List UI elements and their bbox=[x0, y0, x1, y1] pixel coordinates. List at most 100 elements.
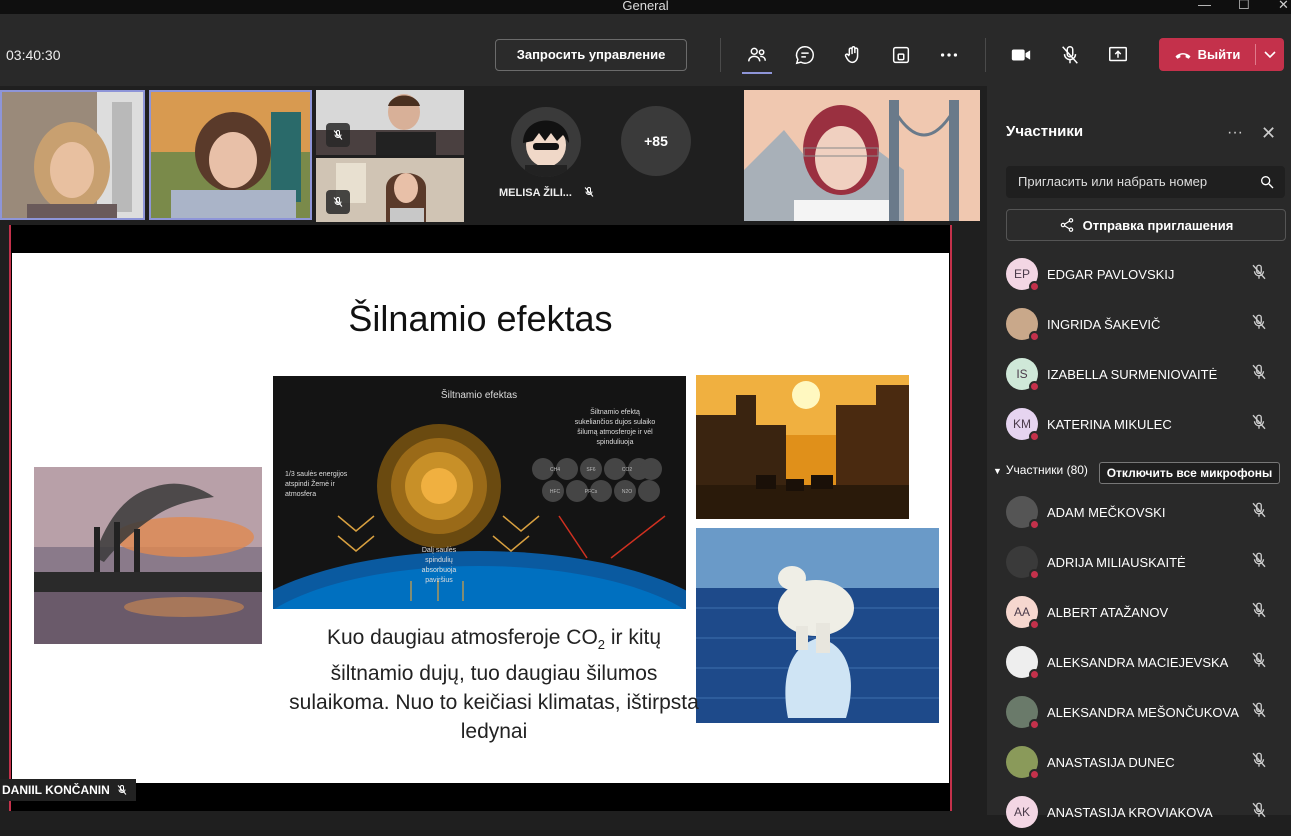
gas-label: CH4 bbox=[550, 467, 560, 473]
share-screen-icon[interactable] bbox=[1105, 42, 1131, 68]
participant-row[interactable]: EP EDGAR PAVLOVSKIJ bbox=[1006, 254, 1286, 298]
search-icon bbox=[1261, 176, 1274, 189]
panel-more-options-icon[interactable]: ··· bbox=[1227, 124, 1243, 142]
diagram-text: spindulių bbox=[425, 557, 453, 564]
mic-muted-icon[interactable] bbox=[1057, 42, 1083, 68]
polar-bear-image bbox=[696, 528, 939, 723]
people-icon[interactable] bbox=[744, 42, 770, 68]
factory-smoke-image bbox=[34, 467, 262, 644]
participant-row[interactable]: ALEKSANDRA MEŠONČUKOVA bbox=[1006, 692, 1286, 736]
participant-row[interactable]: ANASTASIJA DUNEC bbox=[1006, 742, 1286, 786]
diagram-title: Šiltnamio efektas bbox=[441, 388, 517, 401]
slide-caption: Kuo daugiau atmosferoje CO2 ir kitų šilt… bbox=[288, 623, 700, 746]
mute-all-button[interactable]: Отключить все микрофоны bbox=[1099, 462, 1280, 484]
video-tile[interactable] bbox=[316, 158, 464, 222]
participant-row[interactable]: KM KATERINA MIKULEC bbox=[1006, 404, 1286, 448]
attendees-group-header[interactable]: ▼ Участники (80) bbox=[993, 463, 1088, 477]
meeting-timer: 03:40:30 bbox=[6, 47, 61, 63]
participant-row[interactable]: ADAM MEČKOVSKI bbox=[1006, 492, 1286, 536]
caption-subscript: 2 bbox=[597, 637, 606, 653]
video-tile[interactable] bbox=[149, 90, 312, 220]
diagram-text: Šiltnamio efektą bbox=[590, 407, 640, 416]
participant-row[interactable]: ADRIJA MILIAUSKAITĖ bbox=[1006, 542, 1286, 586]
participants-panel: Участники ··· ✕ Пригласить или набрать н… bbox=[987, 86, 1291, 828]
mic-muted-icon[interactable] bbox=[1250, 363, 1268, 381]
participant-video bbox=[151, 92, 310, 218]
panel-close-icon[interactable]: ✕ bbox=[1261, 123, 1276, 144]
mic-muted-icon[interactable] bbox=[1250, 651, 1268, 669]
city-heat-image bbox=[696, 375, 909, 519]
participant-row[interactable]: AK ANASTASIJA KROVIAKOVA bbox=[1006, 792, 1286, 836]
status-dot bbox=[1029, 519, 1040, 530]
panel-title: Участники bbox=[1006, 123, 1084, 140]
mic-muted-icon[interactable] bbox=[1250, 551, 1268, 569]
raise-hand-icon[interactable] bbox=[840, 42, 866, 68]
participant-name: ALEKSANDRA MACIEJEVSKA bbox=[1047, 655, 1229, 670]
more-participants-button[interactable]: +85 bbox=[621, 106, 691, 176]
leave-button[interactable]: Выйти bbox=[1159, 38, 1255, 71]
status-dot bbox=[1029, 769, 1040, 780]
participant-video bbox=[744, 90, 980, 221]
hang-up-icon bbox=[1175, 52, 1191, 59]
send-invitation-button[interactable]: Отправка приглашения bbox=[1006, 209, 1286, 241]
participant-name: KATERINA MIKULEC bbox=[1047, 417, 1172, 432]
greenhouse-diagram: Šiltnamio efektas Šiltnamio efektą sukel… bbox=[273, 376, 686, 609]
avatar[interactable] bbox=[511, 107, 581, 177]
video-tile[interactable] bbox=[316, 90, 464, 155]
minimize-icon[interactable]: — bbox=[1198, 0, 1211, 12]
participant-row[interactable]: ALEKSANDRA MACIEJEVSKA bbox=[1006, 642, 1286, 686]
participant-name: ALEKSANDRA MEŠONČUKOVA bbox=[1047, 705, 1239, 720]
camera-icon[interactable] bbox=[1008, 42, 1034, 68]
participant-name: ANASTASIJA DUNEC bbox=[1047, 755, 1175, 770]
status-dot bbox=[1029, 569, 1040, 580]
request-control-button[interactable]: Запросить управление bbox=[495, 39, 687, 71]
participant-row[interactable]: IS IZABELLA SURMENIOVAITĖ bbox=[1006, 354, 1286, 398]
mic-muted-icon[interactable] bbox=[1250, 601, 1268, 619]
maximize-icon[interactable]: ☐ bbox=[1238, 0, 1250, 13]
participant-name: ADRIJA MILIAUSKAITĖ bbox=[1047, 555, 1186, 570]
diagram-text: atmosfera bbox=[285, 491, 316, 498]
diagram-text: 1/3 saulės energijos bbox=[285, 471, 348, 478]
leave-options-chevron-icon[interactable] bbox=[1259, 44, 1281, 65]
invite-placeholder: Пригласить или набрать номер bbox=[1018, 174, 1208, 189]
diagram-text: paviršius bbox=[425, 577, 453, 584]
mic-muted-icon[interactable] bbox=[1250, 413, 1268, 431]
leave-divider bbox=[1255, 44, 1256, 65]
status-dot bbox=[1029, 281, 1040, 292]
avatar: AK bbox=[1006, 796, 1038, 828]
mic-muted-icon bbox=[326, 190, 350, 214]
mic-muted-icon[interactable] bbox=[1250, 801, 1268, 819]
window-titlebar: General — ☐ ✕ bbox=[0, 0, 1291, 14]
toolbar-divider bbox=[985, 38, 986, 72]
video-tile[interactable] bbox=[744, 90, 980, 221]
presenter-label: DANIIL KONČANIN bbox=[0, 779, 136, 801]
diagram-text: sukeliančios dujos sulaiko bbox=[575, 419, 656, 426]
chevron-down-icon: ▼ bbox=[993, 466, 1002, 476]
more-actions-icon[interactable] bbox=[936, 42, 962, 68]
gas-label: PFCs bbox=[585, 489, 598, 495]
video-tile[interactable] bbox=[0, 90, 145, 220]
meeting-toolbar: 03:40:30 Запросить управление Выйти bbox=[0, 14, 1291, 86]
diagram-text: Dalį saulės bbox=[422, 547, 457, 554]
gas-label: N2O bbox=[622, 489, 632, 495]
mic-muted-icon[interactable] bbox=[1250, 751, 1268, 769]
participant-row[interactable]: AA ALBERT ATAŽANOV bbox=[1006, 592, 1286, 636]
mic-muted-icon[interactable] bbox=[1250, 313, 1268, 331]
mic-muted-icon[interactable] bbox=[1250, 501, 1268, 519]
mic-muted-icon bbox=[584, 187, 594, 197]
send-invitation-label: Отправка приглашения bbox=[1082, 217, 1234, 233]
invite-search-input[interactable]: Пригласить или набрать номер bbox=[1006, 166, 1285, 198]
attendees-group-label: Участники (80) bbox=[1005, 463, 1088, 477]
close-window-icon[interactable]: ✕ bbox=[1278, 0, 1289, 13]
diagram-text: šilumą atmosferoje ir vėl bbox=[577, 429, 653, 436]
participant-name: INGRIDA ŠAKEVIČ bbox=[1047, 317, 1161, 332]
window-title: General bbox=[622, 0, 669, 13]
participant-row[interactable]: INGRIDA ŠAKEVIČ bbox=[1006, 304, 1286, 348]
status-dot bbox=[1029, 381, 1040, 392]
mic-muted-icon[interactable] bbox=[1250, 701, 1268, 719]
diagram-text: atspindi Žemė ir bbox=[285, 479, 335, 488]
chat-icon[interactable] bbox=[792, 42, 818, 68]
toolbar-divider bbox=[720, 38, 721, 72]
mic-muted-icon[interactable] bbox=[1250, 263, 1268, 281]
rooms-icon[interactable] bbox=[888, 42, 914, 68]
